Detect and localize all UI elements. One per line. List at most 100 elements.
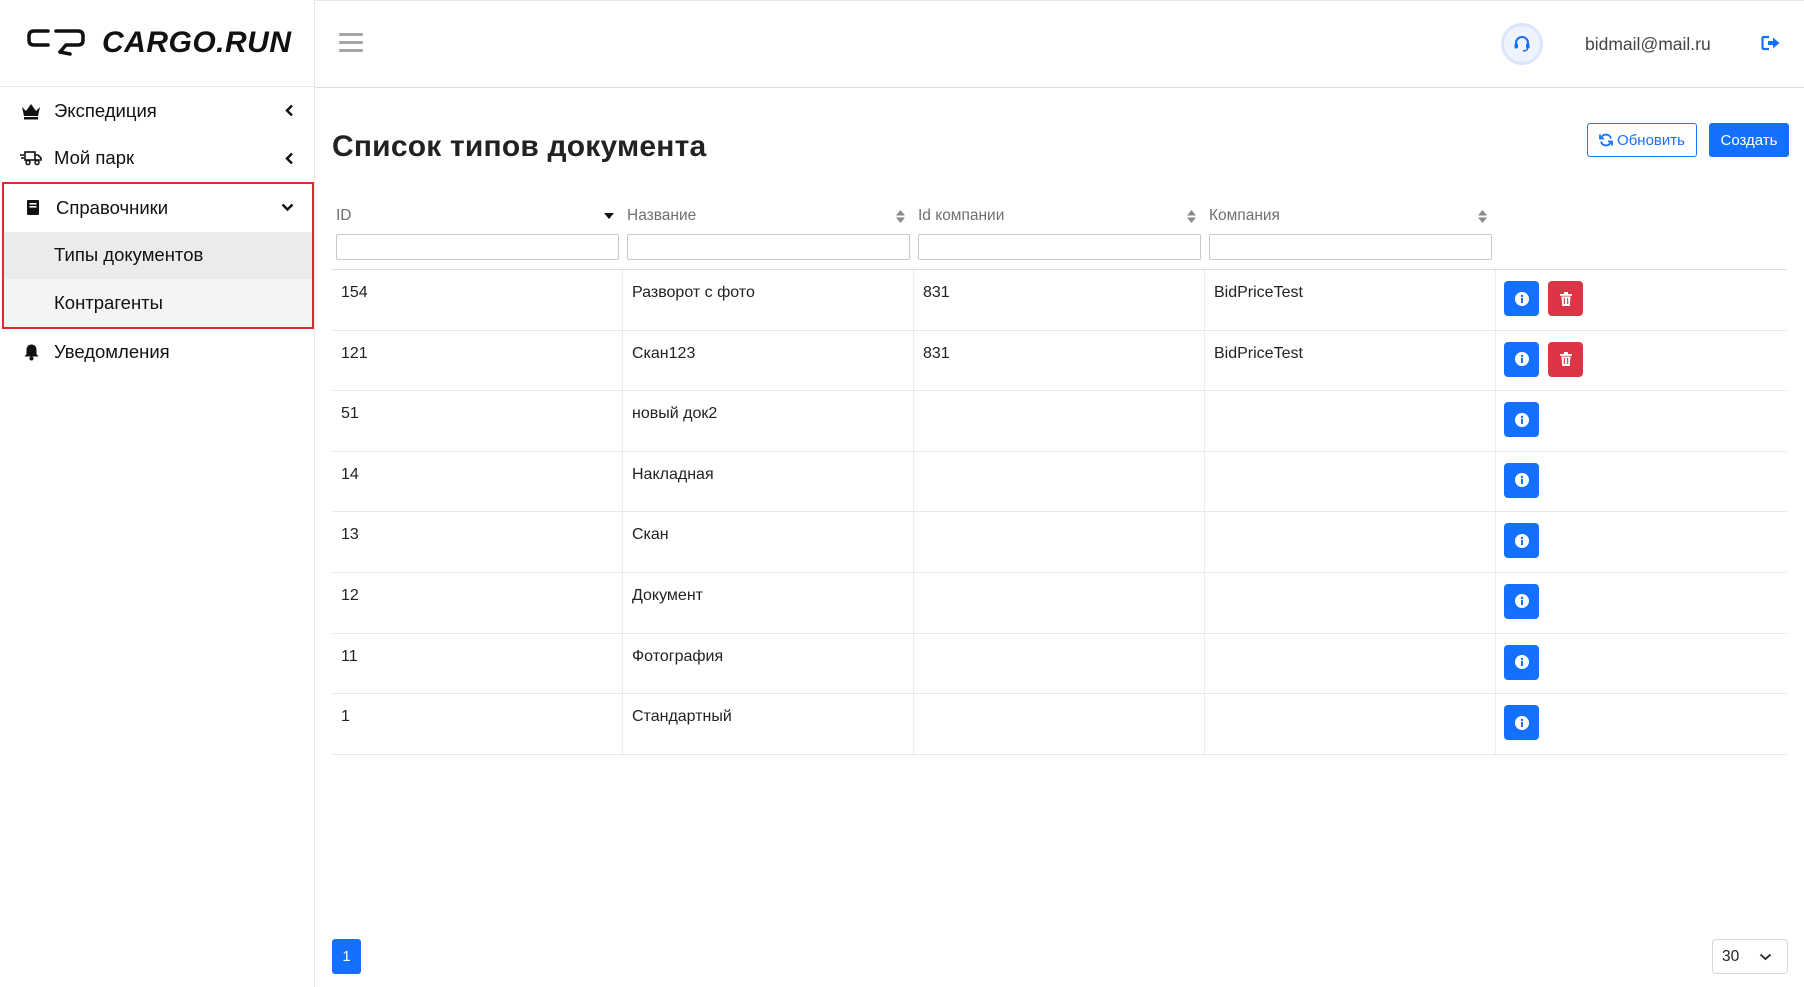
cell-id: 14 [332,451,623,512]
delete-button[interactable] [1548,281,1583,316]
sidebar-subitem-document-types[interactable]: Типы документов [4,231,312,279]
cell-actions [1496,573,1787,633]
book-icon [22,197,44,219]
cell-company [1205,572,1496,633]
table-row: 1 Стандартный [332,694,1787,755]
cell-id: 13 [332,512,623,572]
sidebar-subitem-counterparties[interactable]: Контрагенты [4,279,312,327]
filter-id-input[interactable] [336,234,619,260]
sidebar-group-references: Справочники Типы документов Контрагенты [2,182,314,329]
table-row: 14 Накладная [332,451,1787,513]
table-row: 12 Документ [332,572,1787,634]
sort-desc-icon[interactable] [603,209,615,223]
refresh-button[interactable]: Обновить [1587,123,1697,157]
trash-icon [1559,291,1572,306]
sidebar-item-expedition[interactable]: Экспедиция [0,87,314,135]
sidebar-subitem-label: Контрагенты [54,291,163,313]
filter-name-input[interactable] [627,234,910,260]
info-icon [1514,655,1529,670]
sidebar-item-label: Уведомления [54,341,170,363]
sort-icon[interactable] [1185,209,1197,223]
page-size-select[interactable]: 30 [1712,939,1788,974]
cell-id: 12 [332,572,623,633]
info-button[interactable] [1504,281,1539,316]
info-button[interactable] [1504,462,1539,498]
refresh-icon [1599,133,1613,147]
cell-id: 11 [332,633,623,694]
cell-name: Разворот с фото [623,270,914,330]
cell-actions [1496,331,1787,391]
table-header: ID Название Id компании Компания [332,198,1787,234]
cell-company-id [914,572,1205,633]
cell-company [1205,512,1496,572]
create-button[interactable]: Создать [1709,123,1789,157]
sort-icon[interactable] [1476,209,1488,223]
column-header-id[interactable]: ID [332,198,623,234]
cell-name: Скан [623,512,914,572]
info-button[interactable] [1504,644,1539,680]
table-row: 13 Скан [332,512,1787,573]
info-button[interactable] [1504,402,1539,438]
chevron-down-icon [280,201,294,215]
cell-company: BidPriceTest [1205,270,1496,330]
filter-company-id-input[interactable] [918,234,1201,260]
logout-button[interactable] [1761,34,1783,54]
cell-actions [1496,512,1787,572]
filter-row [332,234,1787,270]
cell-company-id [914,451,1205,512]
column-header-company-id[interactable]: Id компании [914,198,1205,234]
column-header-actions [1496,198,1787,234]
sidebar-item-my-fleet[interactable]: Мой парк [0,135,314,183]
table-row: 154 Разворот с фото 831 BidPriceTest [332,270,1787,331]
cell-company-id [914,694,1205,754]
cell-actions [1496,634,1787,694]
cell-id: 154 [332,270,623,330]
info-button[interactable] [1504,705,1539,741]
support-button[interactable] [1504,26,1540,62]
info-button[interactable] [1504,523,1539,559]
cell-company-id: 831 [914,330,1205,391]
sidebar-item-references[interactable]: Справочники [4,184,312,232]
info-icon [1514,715,1529,730]
cell-company-id [914,512,1205,572]
sort-icon[interactable] [894,209,906,223]
page-title: Список типов документа [332,130,707,163]
cell-id: 1 [332,694,623,754]
cell-actions [1496,452,1787,512]
info-icon [1514,412,1529,427]
info-button[interactable] [1504,583,1539,619]
refresh-button-label: Обновить [1617,131,1685,149]
cell-name: Накладная [623,451,914,512]
info-button[interactable] [1504,341,1539,377]
sidebar-item-label: Справочники [56,196,169,218]
menu-toggle-icon[interactable] [339,33,363,53]
sidebar-item-label: Мой парк [54,147,135,169]
sidebar-item-notifications[interactable]: Уведомления [0,329,314,377]
table-row: 121 Скан123 831 BidPriceTest [332,330,1787,392]
info-icon [1514,291,1529,306]
brand-name: CARGO.RUN [102,26,292,59]
info-icon [1514,352,1529,367]
delete-button[interactable] [1548,341,1583,377]
cell-company-id: 831 [914,270,1205,330]
chevron-left-icon [282,151,296,165]
cell-actions [1496,694,1787,754]
column-header-company[interactable]: Компания [1205,198,1496,234]
cell-name: Фотография [623,633,914,694]
cell-company: BidPriceTest [1205,330,1496,391]
pagination-page-button[interactable]: 1 [332,939,361,974]
page-size-value: 30 [1722,947,1740,965]
cell-id: 121 [332,330,623,391]
logo[interactable]: CARGO.RUN [0,0,314,87]
bell-icon [20,341,42,363]
cell-name: Стандартный [623,694,914,754]
cell-name: Скан123 [623,330,914,391]
crown-icon [20,100,42,122]
filter-company-input[interactable] [1209,234,1492,260]
cell-name: новый док2 [623,391,914,451]
logout-icon [1761,35,1780,51]
column-header-name[interactable]: Название [623,198,914,234]
sidebar-item-label: Экспедиция [54,99,157,121]
table-row: 51 новый док2 [332,391,1787,452]
chevron-left-icon [282,104,296,118]
